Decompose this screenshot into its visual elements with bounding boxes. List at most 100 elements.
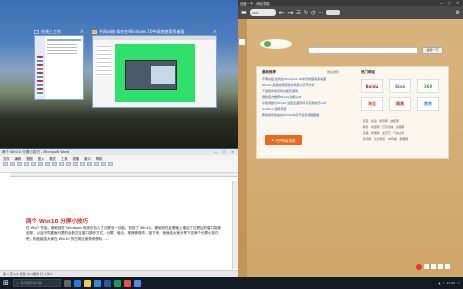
app-icon	[92, 30, 97, 34]
new-icon[interactable]	[3, 162, 8, 166]
align-left-icon[interactable]	[87, 162, 92, 166]
content-panel: 最新推荐 更多推荐 热门网站 不再纠结 如何在Windows 10中高效使用多桌…	[256, 66, 449, 159]
link[interactable]: · 新浪	[369, 119, 376, 123]
site-tile[interactable]: 360	[417, 79, 439, 93]
link[interactable]: · 淘宝网	[369, 125, 379, 129]
tool-icon[interactable]	[431, 264, 436, 269]
window-thumbnail-1[interactable]	[34, 35, 84, 100]
italic-icon[interactable]	[73, 162, 78, 166]
redo-icon[interactable]	[59, 162, 64, 166]
underline-icon[interactable]	[80, 162, 85, 166]
more-icon[interactable]: ⋯	[318, 10, 323, 16]
window-controls[interactable]: — ▢ ×	[440, 1, 461, 5]
window-thumbnail-2[interactable]	[92, 35, 217, 108]
menu-format[interactable]: 格式	[49, 156, 56, 161]
link[interactable]: · 优酷网	[369, 131, 379, 135]
app-icon[interactable]	[124, 279, 131, 287]
menu-file[interactable]: 文件	[3, 156, 10, 161]
menu-edit[interactable]: 编辑	[15, 156, 22, 161]
list-item[interactable]: Win10 系统如何修改文件默认打开方式	[262, 83, 314, 88]
copy-icon[interactable]	[38, 162, 43, 166]
link[interactable]: · 京东商城	[380, 125, 393, 129]
undo-icon[interactable]	[52, 162, 57, 166]
clock[interactable]: 12:00	[447, 281, 456, 285]
settings-icon[interactable]: ⚙	[456, 10, 460, 16]
list-item[interactable]: 不再纠结 如何在Windows 10中高效使用多桌面	[262, 77, 326, 82]
word-icon[interactable]	[104, 279, 111, 287]
list-icon[interactable]	[108, 162, 113, 166]
store-icon[interactable]	[94, 279, 101, 287]
taskbar-search[interactable]: ○ 有问题尽管问我	[13, 279, 61, 287]
link[interactable]: · 腾讯网	[378, 119, 388, 123]
open-icon[interactable]	[10, 162, 15, 166]
back-icon[interactable]: ←	[279, 9, 285, 17]
menu-view[interactable]: 视图	[26, 156, 33, 161]
cut-icon[interactable]	[31, 162, 36, 166]
tool-icon[interactable]	[445, 264, 450, 269]
bold-icon[interactable]	[66, 162, 71, 166]
address-bar[interactable]: html	[249, 9, 276, 16]
network-icon[interactable]: ▲	[438, 281, 440, 285]
history-icon[interactable]: ◷	[311, 10, 315, 16]
site-tile[interactable]: 京东	[417, 97, 439, 111]
link[interactable]: · 汽车之家	[391, 131, 404, 135]
print-icon[interactable]	[24, 162, 29, 166]
link[interactable]: · 携程网	[398, 137, 408, 141]
file-explorer-icon[interactable]	[84, 279, 91, 287]
menu-insert[interactable]: 插入	[38, 156, 45, 161]
save-icon[interactable]	[17, 162, 22, 166]
link[interactable]: · 百度	[361, 119, 368, 123]
list-item[interactable]: 下载软件的同时也能玩游戏	[262, 89, 298, 94]
refresh-icon[interactable]: ↻	[304, 10, 308, 16]
document-heading: 两个 Win10 分屏小技巧	[26, 219, 88, 225]
link[interactable]: · 搜狐网	[389, 119, 399, 123]
menu-icon[interactable]: ☰	[296, 10, 300, 16]
align-right-icon[interactable]	[101, 162, 106, 166]
list-item[interactable]: 平板电脑与Win10 适配全面测评与实用技巧.pdf	[262, 101, 326, 106]
link[interactable]: · 58同城	[386, 137, 397, 141]
search-input[interactable]	[308, 47, 418, 54]
forward-icon[interactable]: →	[288, 9, 294, 17]
link[interactable]: · 天猫	[361, 131, 368, 135]
edge-icon[interactable]	[74, 279, 81, 287]
menu-table[interactable]: 表格	[73, 156, 80, 161]
document-page[interactable]	[10, 181, 230, 269]
browser-icon[interactable]	[134, 279, 141, 287]
volume-icon[interactable]: ♪	[443, 281, 445, 285]
window-controls[interactable]: — ▢ ×	[214, 150, 236, 154]
open-nav-button[interactable]: ▪ 打开网址导航	[265, 135, 302, 145]
tool-icon[interactable]	[438, 264, 443, 269]
site-tile[interactable]: 淘宝	[361, 97, 383, 111]
link[interactable]: · 新华网	[361, 137, 371, 141]
logo-icon[interactable]	[416, 264, 422, 270]
list-item[interactable]: Surface 使用手册	[262, 107, 286, 112]
folder-icon[interactable]: ▬	[241, 9, 247, 16]
notification-icon[interactable]: ▭	[457, 281, 460, 285]
page-tools	[416, 264, 450, 270]
ruler[interactable]	[10, 173, 238, 177]
link[interactable]: · 爱奇艺	[380, 131, 390, 135]
app-icon[interactable]	[114, 279, 121, 287]
site-tile[interactable]: 网易	[389, 97, 411, 111]
list-item[interactable]: 教你如何快速在Win10中打开任务视图面板	[262, 113, 319, 118]
site-tile[interactable]: Sina	[389, 79, 411, 93]
menu-help[interactable]: 帮助	[96, 156, 103, 161]
align-center-icon[interactable]	[94, 162, 99, 166]
menu-tools[interactable]: 工具	[61, 156, 68, 161]
favorites-icon[interactable]	[239, 39, 245, 45]
more-link[interactable]: 更多推荐	[327, 70, 339, 74]
search-icon: ○	[16, 281, 19, 285]
tool-icon[interactable]	[424, 264, 429, 269]
menu-window[interactable]: 窗口	[84, 156, 91, 161]
link[interactable]: · 网易	[361, 125, 368, 129]
site-tile[interactable]: Baidu	[361, 79, 383, 93]
list-item[interactable]: 微软官方推荐Win10功能.pdf	[262, 95, 301, 100]
link-row: · 百度 · 新浪 · 腾讯网 · 搜狐网	[361, 119, 399, 123]
paste-icon[interactable]	[45, 162, 50, 166]
task-view-icon[interactable]	[64, 279, 71, 287]
link[interactable]: · 凤凰网	[394, 125, 404, 129]
link[interactable]: · 东方财富	[372, 137, 385, 141]
windows-start-icon[interactable]: ⊞	[3, 279, 10, 287]
zoom-control[interactable]	[326, 10, 341, 15]
search-button[interactable]: 搜索一下	[422, 47, 443, 54]
